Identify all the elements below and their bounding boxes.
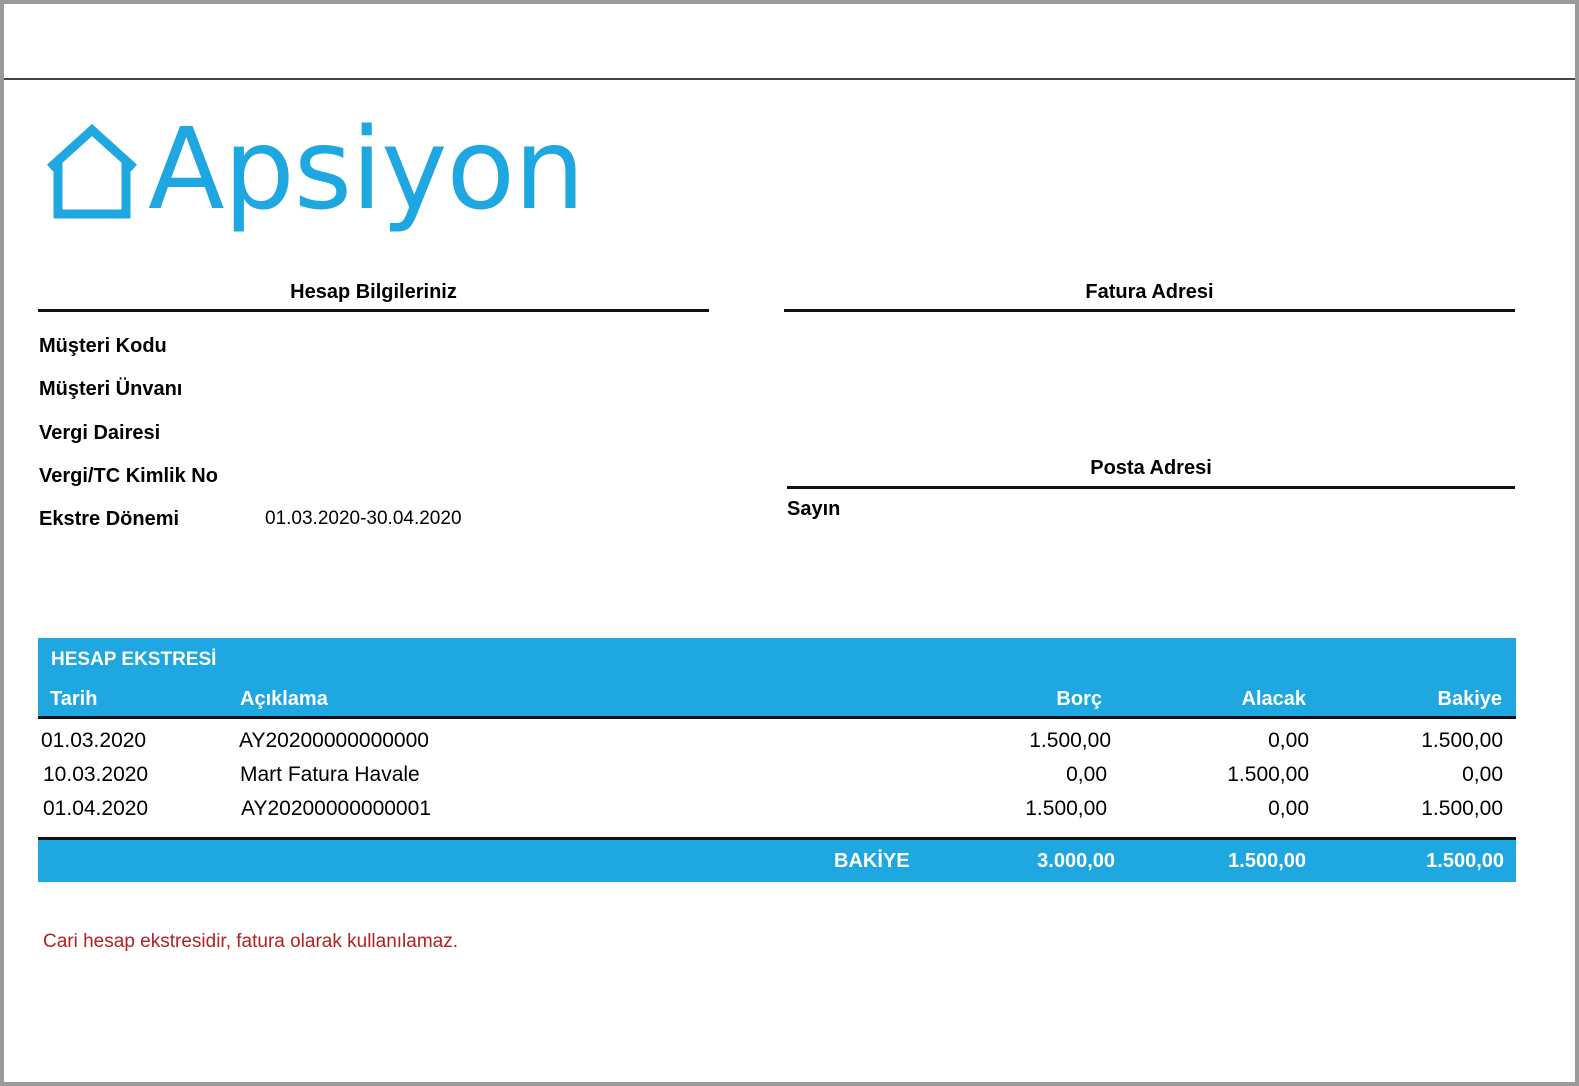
tax-id-label: Vergi/TC Kimlik No: [39, 465, 218, 487]
brand-logo: Apsiyon: [44, 114, 585, 258]
disclaimer-note: Cari hesap ekstresidir, fatura olarak ku…: [43, 931, 459, 952]
postal-address-title: Posta Adresi: [1090, 457, 1212, 479]
header-divider: [38, 716, 1516, 719]
table-row: 01.04.2020 AY20200000000001 1.500,00 0,0…: [0, 797, 1579, 829]
row-date: 01.04.2020: [43, 797, 149, 820]
house-outline-icon: [46, 123, 138, 219]
statement-title: HESAP EKSTRESİ: [51, 649, 217, 670]
row-balance: 0,00: [1462, 763, 1503, 786]
column-credit: Alacak: [1241, 688, 1307, 710]
row-description: AY20200000000001: [241, 797, 431, 820]
account-info-divider: [38, 309, 709, 312]
row-credit: 0,00: [1268, 797, 1309, 820]
brand-name: Apsiyon: [148, 105, 585, 235]
statement-period-value: 01.03.2020-30.04.2020: [265, 508, 462, 529]
column-description: Açıklama: [240, 688, 328, 710]
table-row: 10.03.2020 Mart Fatura Havale 0,00 1.500…: [0, 763, 1579, 795]
column-debit: Borç: [1056, 688, 1102, 710]
customer-title-label: Müşteri Ünvanı: [39, 378, 183, 400]
row-debit: 0,00: [1066, 763, 1107, 786]
table-row: 01.03.2020 AY20200000000000 1.500,00 0,0…: [0, 729, 1579, 761]
row-credit: 0,00: [1268, 729, 1309, 752]
row-description: AY20200000000000: [239, 729, 429, 752]
row-debit: 1.500,00: [1025, 797, 1107, 820]
row-date: 10.03.2020: [43, 763, 149, 786]
statement-total-row: BAKİYE 3.000,00 1.500,00 1.500,00: [38, 840, 1516, 882]
total-balance: 1.500,00: [1426, 850, 1504, 872]
account-info-title: Hesap Bilgileriniz: [290, 281, 457, 303]
tax-office-label: Vergi Dairesi: [39, 422, 161, 444]
customer-code-label: Müşteri Kodu: [39, 335, 167, 357]
statement-period-label: Ekstre Dönemi: [39, 508, 180, 530]
top-divider: [4, 78, 1575, 80]
total-debit: 3.000,00: [1037, 850, 1115, 872]
row-date: 01.03.2020: [41, 729, 147, 752]
row-debit: 1.500,00: [1029, 729, 1111, 752]
postal-address-divider: [787, 486, 1515, 489]
row-description: Mart Fatura Havale: [240, 763, 420, 786]
row-credit: 1.500,00: [1227, 763, 1309, 786]
salutation: Sayın: [787, 498, 841, 520]
billing-address-title: Fatura Adresi: [1085, 281, 1214, 303]
column-balance: Bakiye: [1437, 688, 1503, 710]
total-label: BAKİYE: [834, 850, 910, 872]
row-balance: 1.500,00: [1421, 729, 1503, 752]
statement-header: HESAP EKSTRESİ Tarih Açıklama Borç Alaca…: [38, 638, 1516, 716]
total-credit: 1.500,00: [1228, 850, 1306, 872]
column-date: Tarih: [50, 688, 98, 710]
billing-address-divider: [784, 309, 1515, 312]
row-balance: 1.500,00: [1421, 797, 1503, 820]
